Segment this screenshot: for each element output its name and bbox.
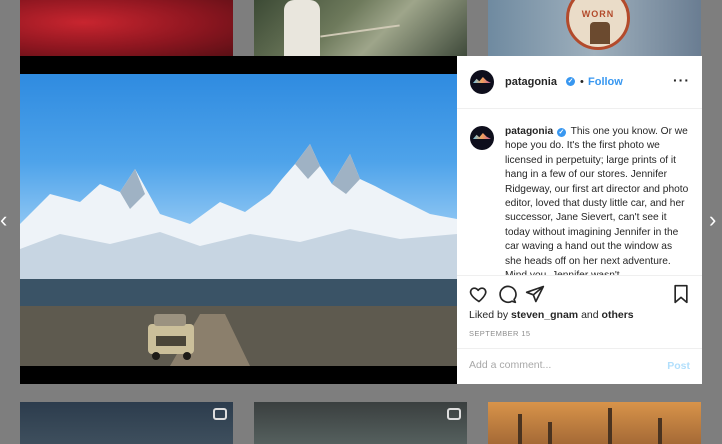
chimney bbox=[548, 422, 552, 444]
video-icon bbox=[213, 408, 227, 420]
jacket-icon bbox=[590, 22, 610, 44]
likes-prefix: Liked by bbox=[469, 309, 509, 321]
post-side-panel: patagonia ✓ • Follow ··· patagonia ✓ Thi… bbox=[457, 56, 702, 384]
post-photo[interactable] bbox=[20, 56, 457, 384]
worn-badge: WORN bbox=[566, 0, 630, 50]
heart-icon[interactable] bbox=[469, 284, 489, 304]
bookmark-icon[interactable] bbox=[671, 284, 691, 304]
chimney bbox=[658, 418, 662, 444]
more-options-icon[interactable]: ··· bbox=[673, 72, 690, 88]
grid-thumbnail-child-fishing[interactable] bbox=[254, 0, 467, 56]
grid-thumbnail-industrial[interactable] bbox=[488, 402, 701, 444]
chimney bbox=[518, 414, 522, 444]
grid-thumbnail-video-2[interactable] bbox=[254, 402, 467, 444]
caption-username[interactable]: patagonia bbox=[505, 126, 553, 137]
video-icon bbox=[447, 408, 461, 420]
avatar[interactable] bbox=[470, 70, 494, 94]
worn-badge-text: WORN bbox=[581, 9, 615, 19]
post-actions: Liked by steven_gnam and others SEPTEMBE… bbox=[457, 275, 702, 385]
grid-thumbnail-worn-wear[interactable]: WORN bbox=[488, 0, 701, 56]
caption-avatar[interactable] bbox=[470, 126, 494, 150]
child-figure bbox=[284, 0, 320, 56]
fishing-rod bbox=[320, 24, 400, 38]
likes-summary: Liked by steven_gnam and others bbox=[469, 309, 634, 321]
caption-text-block: patagonia ✓ This one you know. Or we hop… bbox=[505, 125, 691, 275]
caption-scroll-area[interactable]: patagonia ✓ This one you know. Or we hop… bbox=[457, 109, 702, 275]
comment-icon[interactable] bbox=[497, 284, 517, 304]
grid-thumbnail-red[interactable] bbox=[20, 0, 233, 56]
comment-input[interactable] bbox=[469, 359, 649, 371]
mountain-scene bbox=[20, 144, 457, 366]
share-icon[interactable] bbox=[525, 284, 545, 304]
post-date[interactable]: SEPTEMBER 15 bbox=[469, 329, 531, 338]
likes-others-link[interactable]: others bbox=[602, 309, 634, 321]
previous-post-arrow-icon[interactable]: ‹ bbox=[0, 209, 7, 231]
comment-row: Post bbox=[457, 348, 702, 386]
patagonia-logo-icon bbox=[473, 133, 491, 139]
header-separator: • bbox=[580, 76, 584, 88]
follow-button[interactable]: Follow bbox=[588, 76, 623, 88]
verified-badge-icon: ✓ bbox=[556, 128, 566, 137]
header-username[interactable]: patagonia bbox=[505, 76, 557, 88]
post-header: patagonia ✓ • Follow ··· bbox=[457, 56, 702, 109]
verified-badge-icon: ✓ bbox=[566, 77, 575, 86]
caption-text: This one you know. Or we hope you do. It… bbox=[505, 126, 689, 275]
next-post-arrow-icon[interactable]: › bbox=[709, 209, 716, 231]
chimney bbox=[608, 408, 612, 444]
likes-user-link[interactable]: steven_gnam bbox=[511, 309, 578, 321]
post-comment-button[interactable]: Post bbox=[667, 360, 690, 372]
grid-thumbnail-video-1[interactable] bbox=[20, 402, 233, 444]
patagonia-logo-icon bbox=[473, 77, 491, 83]
likes-and: and bbox=[581, 309, 599, 321]
post-modal: patagonia ✓ • Follow ··· patagonia ✓ Thi… bbox=[20, 56, 702, 384]
